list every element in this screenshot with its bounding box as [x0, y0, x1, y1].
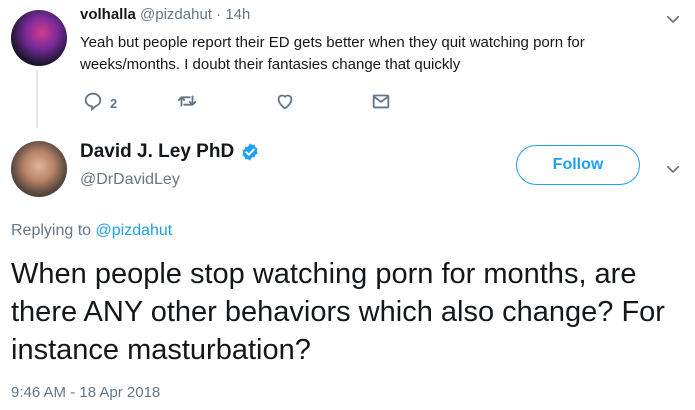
- like-icon: [274, 90, 296, 117]
- retweet-action[interactable]: [176, 91, 198, 115]
- main-author: David J. Ley PhD: [80, 141, 260, 163]
- replying-to-line: Replying to @pizdahut: [11, 222, 172, 240]
- reply-author-handle[interactable]: @pizdahut: [140, 6, 212, 23]
- reply-menu-chevron[interactable]: [664, 10, 682, 33]
- replying-to-prefix: Replying to: [11, 222, 92, 239]
- verified-badge-icon: [240, 142, 260, 162]
- avatar-davidley[interactable]: [11, 141, 67, 197]
- main-author-name[interactable]: David J. Ley PhD: [80, 141, 234, 163]
- replying-to-handle-link[interactable]: @pizdahut: [96, 222, 173, 239]
- chevron-down-icon: [664, 165, 682, 182]
- reply-action[interactable]: 2: [82, 91, 117, 115]
- main-menu-chevron[interactable]: [664, 160, 682, 183]
- main-author-handle[interactable]: @DrDavidLey: [80, 171, 180, 189]
- avatar-volhalla[interactable]: [11, 10, 67, 66]
- main-tweet-text: When people stop watching porn for month…: [11, 258, 665, 366]
- reply-author-name[interactable]: volhalla: [80, 6, 136, 23]
- thread-connector-line: [36, 70, 38, 128]
- reply-tweet-text: Yeah but people report their ED gets bet…: [80, 34, 585, 73]
- reply-count: 2: [110, 95, 118, 111]
- direct-message-icon: [370, 90, 392, 117]
- like-action[interactable]: [274, 91, 296, 115]
- follow-button[interactable]: Follow: [516, 145, 640, 185]
- direct-message-action[interactable]: [370, 91, 392, 115]
- retweet-icon: [176, 90, 198, 117]
- reply-time[interactable]: 14h: [225, 6, 250, 23]
- reply-time-separator: ·: [216, 6, 222, 23]
- main-tweet-timestamp[interactable]: 9:46 AM - 18 Apr 2018: [11, 384, 160, 401]
- reply-author: volhalla @pizdahut · 14h: [80, 6, 250, 23]
- reply-icon: [82, 90, 104, 117]
- chevron-down-icon: [664, 15, 682, 32]
